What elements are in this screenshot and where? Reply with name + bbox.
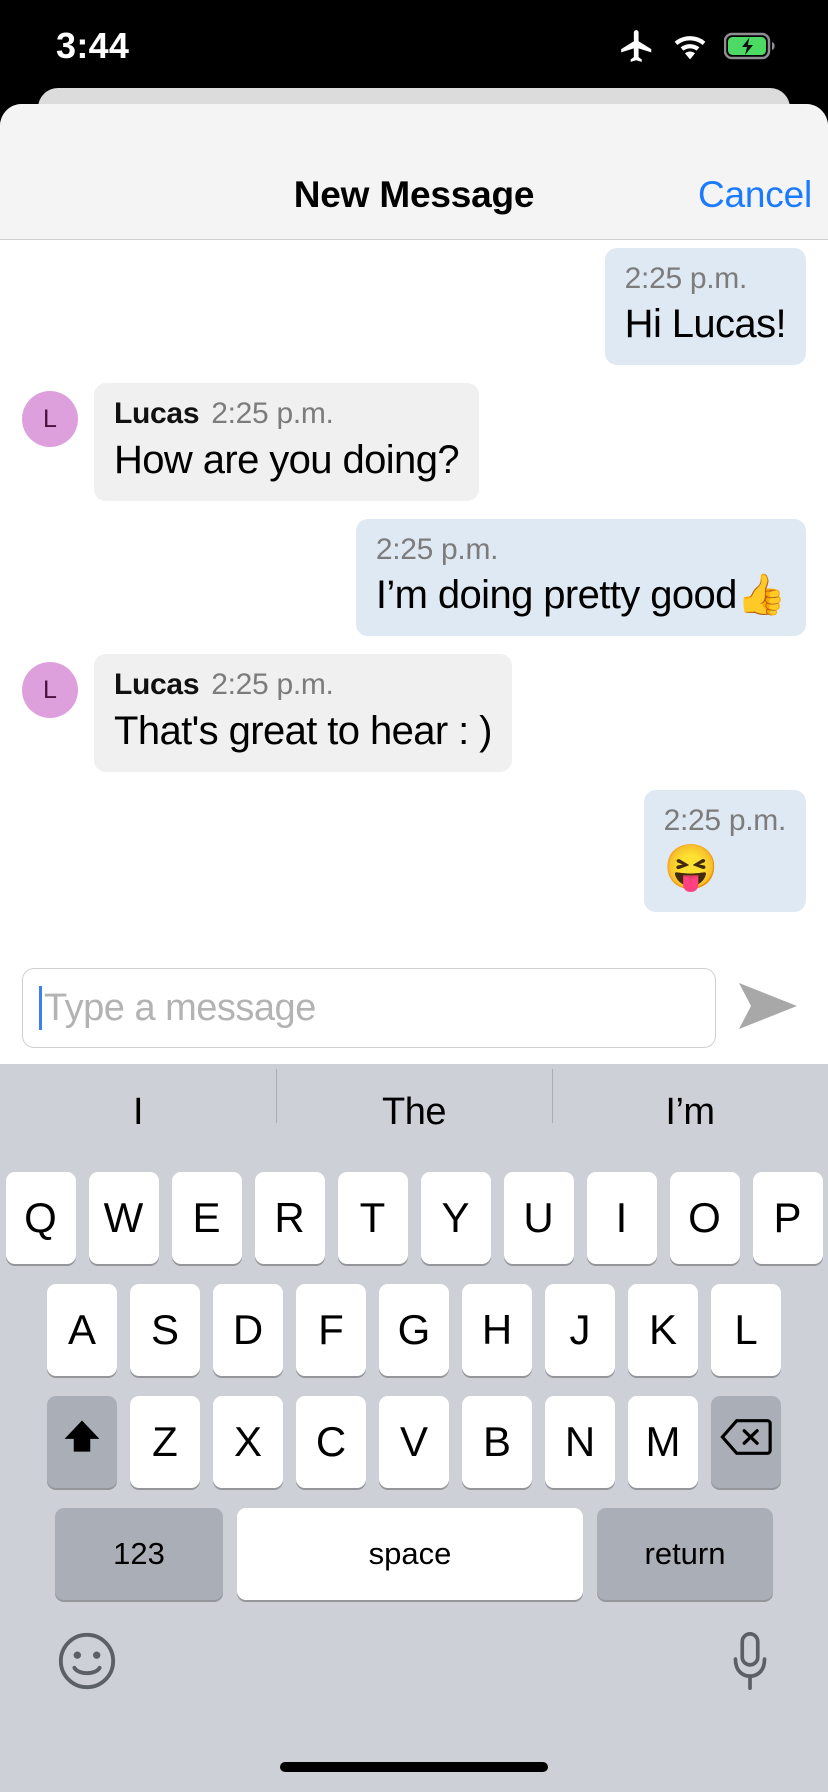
message-row-incoming: L Lucas 2:25 p.m. That's great to hear : … [0,654,828,772]
message-timestamp: 2:25 p.m. [624,262,748,295]
keyboard-rows: Q W E R T Y U I O P A S D F G H J K L Z … [0,1160,828,1600]
emoji-smiley-icon [56,1632,118,1696]
message-list[interactable]: 2:25 p.m. Hi Lucas! L Lucas 2:25 p.m. How… [0,240,828,952]
message-timestamp: 2:25 p.m. [663,803,787,837]
shift-key[interactable] [47,1396,117,1488]
key-t[interactable]: T [337,1172,408,1264]
keyboard-row-2: A S D F G H J K L [0,1284,828,1376]
status-bar-icons [618,27,776,65]
message-bubble[interactable]: 2:25 p.m. 😝 [643,789,806,912]
message-row-outgoing: 2:25 p.m. I’m doing pretty good👍 [0,518,828,637]
return-key[interactable]: return [597,1508,773,1600]
keyboard-row-3: Z X C V B N M [0,1396,828,1488]
message-row-incoming: L Lucas 2:25 p.m. How are you doing? [0,383,828,501]
message-composer: Type a message [0,952,828,1064]
message-timestamp: 2:25 p.m. [211,668,334,702]
key-n[interactable]: N [545,1396,615,1488]
key-q[interactable]: Q [5,1172,76,1264]
key-b[interactable]: B [462,1396,532,1488]
on-screen-keyboard: I The I’m Q W E R T Y U I O P A S D F G … [0,1064,828,1792]
dictation-key[interactable] [728,1630,772,1697]
shift-up-arrow-icon [60,1415,104,1469]
key-y[interactable]: Y [420,1172,491,1264]
key-z[interactable]: Z [130,1396,200,1488]
message-row-outgoing: 2:25 p.m. Hi Lucas! [0,248,828,366]
key-r[interactable]: R [254,1172,325,1264]
key-j[interactable]: J [545,1284,615,1376]
message-bubble[interactable]: 2:25 p.m. Hi Lucas! [604,248,806,366]
cancel-button[interactable]: Cancel [698,174,812,216]
avatar: L [22,662,78,719]
battery-charging-icon [724,32,776,60]
status-bar: 3:44 [0,0,828,92]
prediction-1[interactable]: The [276,1068,552,1134]
key-f[interactable]: F [296,1284,366,1376]
key-g[interactable]: G [379,1284,449,1376]
message-row-outgoing: 2:25 p.m. 😝 [0,789,828,912]
numeric-key[interactable]: 123 [55,1508,223,1600]
prediction-2[interactable]: I’m [552,1068,828,1134]
home-indicator [280,1762,548,1772]
key-l[interactable]: L [711,1284,781,1376]
prediction-0[interactable]: I [0,1091,276,1134]
message-text: Hi Lucas! [624,302,787,347]
keyboard-row-1: Q W E R T Y U I O P [0,1172,828,1264]
emoji-key[interactable] [56,1630,118,1697]
message-bubble[interactable]: Lucas 2:25 p.m. That's great to hear : ) [94,654,512,772]
sheet-header: New Message Cancel [0,104,828,240]
message-header: Lucas 2:25 p.m. [114,396,459,431]
send-arrow-icon [737,981,799,1036]
key-i[interactable]: I [586,1172,657,1264]
key-a[interactable]: A [47,1284,117,1376]
key-o[interactable]: O [669,1172,740,1264]
microphone-icon [728,1632,772,1696]
message-text: How are you doing? [114,437,460,482]
message-input-placeholder: Type a message [44,986,316,1029]
key-x[interactable]: X [213,1396,283,1488]
key-s[interactable]: S [130,1284,200,1376]
message-bubble[interactable]: Lucas 2:25 p.m. How are you doing? [94,383,479,501]
sender-name: Lucas [114,668,200,702]
predictive-text-bar: I The I’m [0,1064,828,1160]
avatar: L [22,391,78,448]
key-p[interactable]: P [752,1172,823,1264]
message-header: Lucas 2:25 p.m. [114,667,492,702]
phone-screen: 3:44 New Message Cancel 2:25 p.m. Hi Luc… [0,0,828,1792]
airplane-mode-icon [618,27,656,65]
message-text: 😝 [663,842,719,892]
message-text: I’m doing pretty good👍 [375,573,787,618]
key-h[interactable]: H [462,1284,532,1376]
message-timestamp: 2:25 p.m. [211,397,334,431]
key-u[interactable]: U [503,1172,574,1264]
sender-name: Lucas [114,397,200,431]
wifi-icon [670,30,710,62]
message-timestamp: 2:25 p.m. [375,532,499,566]
message-bubble[interactable]: 2:25 p.m. I’m doing pretty good👍 [355,518,806,637]
message-input[interactable]: Type a message [22,968,716,1048]
keyboard-row-4: 123 space return [0,1508,828,1600]
key-d[interactable]: D [213,1284,283,1376]
key-v[interactable]: V [379,1396,449,1488]
key-k[interactable]: K [628,1284,698,1376]
backspace-key[interactable] [711,1396,781,1488]
key-w[interactable]: W [88,1172,159,1264]
key-c[interactable]: C [296,1396,366,1488]
send-button[interactable] [732,972,804,1044]
message-text: That's great to hear : ) [114,708,492,753]
new-message-sheet: New Message Cancel 2:25 p.m. Hi Lucas! L… [0,104,828,1792]
space-key[interactable]: space [237,1508,583,1600]
text-caret [39,986,42,1030]
key-m[interactable]: M [628,1396,698,1488]
backspace-delete-icon [720,1417,772,1467]
status-bar-time: 3:44 [56,25,130,66]
key-e[interactable]: E [171,1172,242,1264]
